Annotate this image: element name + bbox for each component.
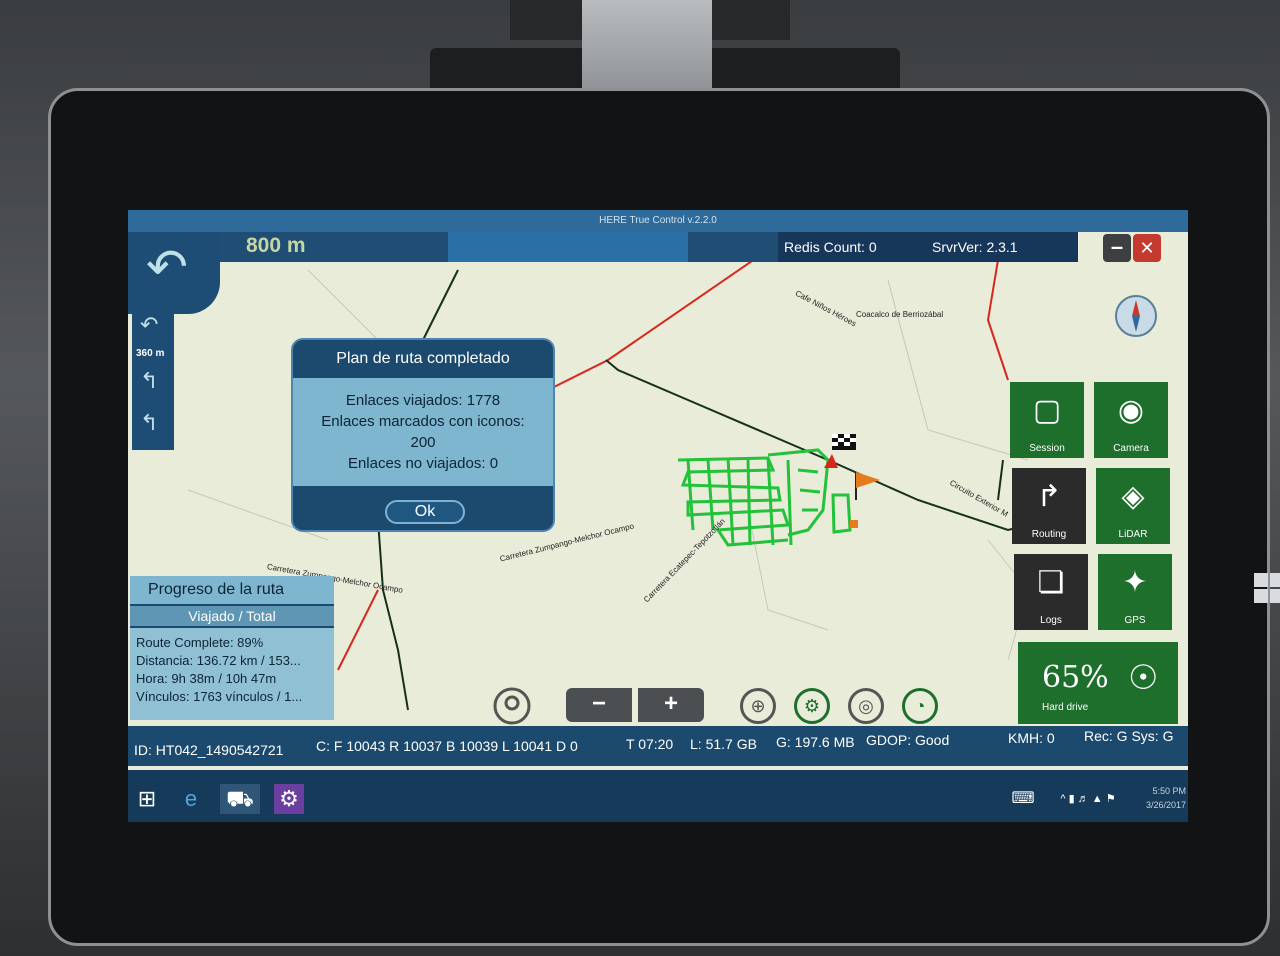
zoom-out-button[interactable]: − — [566, 688, 632, 722]
local-storage: L: 51.7 GB — [690, 736, 757, 752]
lidar-button[interactable]: ◈ LiDAR — [1096, 468, 1170, 544]
links-progress: Vínculos: 1763 vínculos / 1... — [136, 689, 303, 704]
window-title: HERE True Control v.2.2.0 — [128, 210, 1188, 232]
logs-button[interactable]: ❏ Logs — [1014, 554, 1088, 630]
photo-scene: Cafe Niños Héroes Coacalco de Berriozába… — [0, 0, 1280, 956]
session-square-icon: ▢ — [1032, 394, 1062, 427]
gps-storage: G: 197.6 MB — [776, 734, 855, 750]
routing-button[interactable]: ↱ Routing — [1012, 468, 1086, 544]
car-follow-icon[interactable]: ⚙ — [794, 688, 830, 724]
session-id: ID: HT042_1490542721 — [134, 742, 284, 758]
windows-taskbar: ⊞ e ⛟ ⚙ ⌨ ^ ▮ ♬ ▲ ⚑ 5:50 PM 3/26/2017 — [128, 770, 1188, 822]
distance-progress: Distancia: 136.72 km / 153... — [136, 653, 301, 668]
settings-gear-icon[interactable]: ⚙ — [274, 784, 304, 814]
camera-label: Camera — [1113, 443, 1149, 454]
routing-arrow-icon: ↱ — [1036, 480, 1062, 513]
route-complete-percent: Route Complete: 89% — [136, 635, 264, 650]
zoom-in-button[interactable]: + — [638, 688, 704, 722]
dialog-marked-links-label: Enlaces marcados con iconos: — [321, 413, 525, 430]
compass-icon — [1115, 295, 1157, 337]
gps-satellite-icon: ✦ — [1122, 566, 1148, 599]
record-system-status: Rec: G Sys: G — [1084, 728, 1174, 744]
keyboard-icon[interactable]: ⌨ — [1008, 784, 1038, 814]
session-button[interactable]: ▢ Session — [1010, 382, 1084, 458]
clock-time: 5:50 PM — [1152, 786, 1186, 796]
turn-left-small-icon: ↰ — [140, 410, 159, 435]
progress-title: Progreso de la ruta — [130, 576, 334, 604]
turn-left-small-icon: ↰ — [140, 368, 159, 393]
dialog-untraveled-links: Enlaces no viajados: 0 — [347, 455, 499, 472]
server-status-bar: Redis Count: 0 SrvrVer: 2.3.1 — [778, 232, 1078, 262]
turn-left-arrow-icon: ↶ — [146, 239, 188, 295]
app-screen: Cafe Niños Héroes Coacalco de Berriozába… — [128, 210, 1188, 822]
turn-distance: 800 m — [246, 234, 306, 257]
app-car-icon[interactable]: ⛟ — [220, 784, 260, 814]
server-version: SrvrVer: 2.3.1 — [932, 239, 1018, 255]
dialog-traveled-links: Enlaces viajados: 1778 — [345, 392, 501, 409]
next-turn-panel: ↶ — [128, 232, 220, 314]
redis-count: Redis Count: 0 — [784, 239, 877, 255]
routing-label: Routing — [1031, 529, 1067, 540]
status-info-bar: ID: HT042_1490542721 C: F 10043 R 10037 … — [128, 726, 1188, 766]
dialog-title: Plan de ruta completado — [336, 350, 510, 367]
hard-drive-tile[interactable]: 65% Hard drive ☉ — [1018, 642, 1178, 724]
window-controls: – ✕ — [1103, 234, 1161, 262]
guidance-bar-segment — [448, 232, 688, 262]
logs-label: Logs — [1040, 615, 1062, 626]
time-progress: Hora: 9h 38m / 10h 47m — [136, 671, 277, 686]
system-tray-icons[interactable]: ^ ▮ ♬ ▲ ⚑ — [1048, 784, 1128, 814]
lidar-icon: ◈ — [1121, 480, 1145, 513]
map-pin-tool — [493, 687, 531, 725]
next-turn-distance: 360 m — [136, 348, 165, 359]
logs-documents-icon: ❏ — [1037, 566, 1065, 599]
lidar-label: LiDAR — [1118, 529, 1148, 540]
windows-start-icon[interactable]: ⊞ — [132, 784, 162, 814]
globe-icon[interactable]: ◎ — [848, 688, 884, 724]
dialog-marked-links-value: 200 — [410, 434, 436, 451]
progress-rows: Route Complete: 89% Distancia: 136.72 km… — [130, 628, 334, 720]
windows-hardware-button[interactable] — [1254, 573, 1280, 605]
upcoming-turns-panel: ↶ 360 m ↰ ↰ — [132, 310, 174, 450]
hard-drive-icon: ☉ — [1128, 659, 1159, 697]
hard-drive-label: Hard drive — [1042, 702, 1089, 713]
speed-kmh: KMH: 0 — [1008, 730, 1055, 746]
camera-counters: C: F 10043 R 10037 B 10039 L 10041 D 0 — [316, 738, 578, 754]
gdop-status: GDOP: Good — [866, 732, 950, 748]
elapsed-time: T 07:20 — [626, 736, 674, 752]
close-button[interactable]: ✕ — [1133, 234, 1161, 262]
gps-fix-icon[interactable]: ◔ — [902, 688, 938, 724]
camera-icon: ◉ — [1117, 394, 1145, 427]
route-progress-panel: Progreso de la ruta Viajado / Total Rout… — [130, 576, 334, 720]
camera-button[interactable]: ◉ Camera — [1094, 382, 1168, 458]
ok-button[interactable]: Ok — [385, 500, 465, 524]
clock-date: 3/26/2017 — [1145, 800, 1186, 810]
turn-left-small-icon: ↶ — [140, 312, 159, 337]
dialog-body: Enlaces viajados: 1778 Enlaces marcados … — [293, 378, 553, 486]
taskbar-clock[interactable]: 5:50 PM 3/26/2017 — [1136, 784, 1186, 812]
internet-explorer-icon[interactable]: e — [176, 784, 206, 814]
gps-label: GPS — [1124, 615, 1146, 626]
map-label: Coacalco de Berriozábal — [856, 310, 944, 319]
minimize-button[interactable]: – — [1103, 234, 1131, 262]
gps-button[interactable]: ✦ GPS — [1098, 554, 1172, 630]
progress-subtitle: Viajado / Total — [130, 606, 334, 626]
route-complete-dialog: Plan de ruta completado Enlaces viajados… — [291, 338, 555, 532]
hard-drive-percent: 65% — [1042, 660, 1109, 695]
crosshair-center-icon[interactable]: ⊕ — [740, 688, 776, 724]
session-label: Session — [1029, 443, 1065, 454]
